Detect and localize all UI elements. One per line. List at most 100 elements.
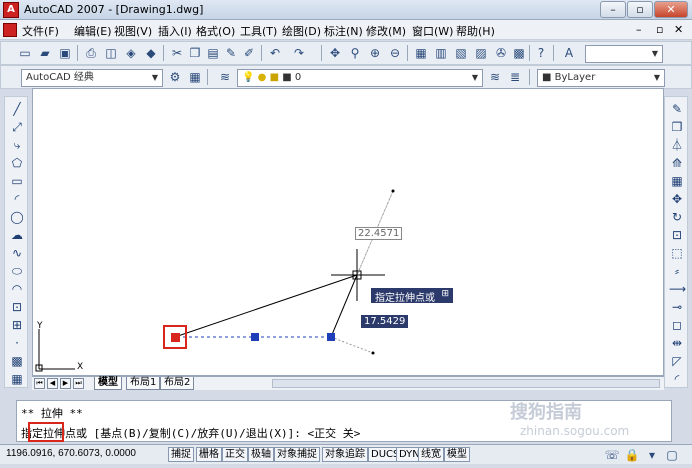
fillet-icon[interactable]: ◜ <box>669 371 685 387</box>
save-icon[interactable]: ▣ <box>57 45 73 61</box>
menu-file[interactable]: 文件(F) <box>22 23 59 39</box>
tool-palettes-icon[interactable]: ▧ <box>453 45 469 61</box>
circle-icon[interactable]: ◯ <box>9 209 25 225</box>
layer-previous-icon[interactable]: ≣ <box>507 69 523 85</box>
spline-icon[interactable]: ∿ <box>9 245 25 261</box>
array-icon[interactable]: ▦ <box>669 173 685 189</box>
menu-format[interactable]: 格式(O) <box>196 23 235 39</box>
block-editor-icon[interactable]: ✐ <box>241 45 257 61</box>
make-object-layer-current-icon[interactable]: ≋ <box>487 69 503 85</box>
prev-tab-button[interactable]: ◀ <box>47 378 58 389</box>
revision-cloud-icon[interactable]: ☁ <box>9 227 25 243</box>
hatch-icon[interactable]: ▩ <box>9 353 25 369</box>
clean-screen-icon[interactable]: ▢ <box>664 447 680 463</box>
tab-layout2[interactable]: 布局2 <box>160 377 195 390</box>
offset-icon[interactable]: ⟰ <box>669 155 685 171</box>
plot-preview-icon[interactable]: ◫ <box>103 45 119 61</box>
ellipse-icon[interactable]: ⬭ <box>9 263 25 279</box>
command-prompt-line[interactable]: 指定拉伸点或 [基点(B)/复制(C)/放弃(U)/退出(X)]: <正交 关> <box>21 425 360 441</box>
menu-draw[interactable]: 绘图(D) <box>282 23 321 39</box>
arc-icon[interactable]: ◜ <box>9 191 25 207</box>
first-tab-button[interactable]: ⏮ <box>34 378 45 389</box>
doc-restore-button[interactable]: ▫ <box>656 23 663 36</box>
model-toggle[interactable]: 模型 <box>444 447 470 462</box>
menu-modify[interactable]: 修改(M) <box>366 23 406 39</box>
polygon-icon[interactable]: ⬠ <box>9 155 25 171</box>
extend-icon[interactable]: ⟶ <box>669 281 686 297</box>
ortho-toggle[interactable]: 正交 <box>222 447 248 462</box>
layer-manager-icon[interactable]: ≋ <box>217 69 233 85</box>
zoom-previous-icon[interactable]: ⊖ <box>387 45 403 61</box>
ellipse-arc-icon[interactable]: ◠ <box>9 281 25 297</box>
lock-toolbar-icon[interactable]: 🔒 <box>624 447 640 463</box>
sheet-set-icon[interactable]: ▨ <box>473 45 489 61</box>
layer-combo[interactable]: 💡 ● ■ ■ 0 ▼ <box>237 69 483 87</box>
zoom-window-icon[interactable]: ⊕ <box>367 45 383 61</box>
rotate-icon[interactable]: ↻ <box>669 209 685 225</box>
pan-icon[interactable]: ✥ <box>327 45 343 61</box>
properties-icon[interactable]: ▦ <box>413 45 429 61</box>
tab-layout1[interactable]: 布局1 <box>126 377 161 390</box>
osnap-toggle[interactable]: 对象捕捉 <box>274 447 320 462</box>
horizontal-scrollbar[interactable] <box>272 379 660 388</box>
chamfer-icon[interactable]: ◸ <box>669 353 685 369</box>
coordinate-readout[interactable]: 1196.0916, 670.6073, 0.0000 <box>6 448 136 459</box>
text-style-icon[interactable]: A <box>561 45 577 61</box>
help-icon[interactable]: ? <box>533 45 549 61</box>
dynamic-input-angle[interactable]: 17.5429 <box>361 315 409 328</box>
polyline-icon[interactable]: ⤷ <box>9 137 25 153</box>
break-at-point-icon[interactable]: ⊸ <box>669 299 685 315</box>
doc-minimize-button[interactable]: – <box>636 23 642 36</box>
mirror-icon[interactable]: ⏃ <box>669 137 685 153</box>
polar-toggle[interactable]: 极轴 <box>248 447 274 462</box>
trim-icon[interactable]: ⸗ <box>669 263 685 279</box>
gradient-icon[interactable]: ▦ <box>9 371 25 387</box>
drawing-canvas[interactable]: 22.4571 指定拉伸点或 ⊞ 17.5429 Y X <box>32 88 664 376</box>
print-icon[interactable]: ⎙ <box>83 45 99 61</box>
document-icon[interactable] <box>3 23 17 37</box>
snap-toggle[interactable]: 捕捉 <box>168 447 194 462</box>
grid-toggle[interactable]: 栅格 <box>196 447 222 462</box>
menu-edit[interactable]: 编辑(E) <box>74 23 112 39</box>
text-style-combo[interactable]: ▼ <box>585 45 663 63</box>
make-block-icon[interactable]: ⊞ <box>9 317 25 333</box>
publish-icon[interactable]: ◈ <box>123 45 139 61</box>
down-arrow-icon[interactable]: ⊞ <box>441 289 449 299</box>
match-properties-icon[interactable]: ✎ <box>223 45 239 61</box>
zoom-realtime-icon[interactable]: ⚲ <box>347 45 363 61</box>
move-icon[interactable]: ✥ <box>669 191 685 207</box>
doc-close-button[interactable]: ✕ <box>674 23 683 36</box>
markup-icon[interactable]: ✇ <box>493 45 509 61</box>
copy-icon[interactable]: ❐ <box>187 45 203 61</box>
autocad-app-icon[interactable]: A <box>3 2 19 18</box>
new-icon[interactable]: ▭ <box>17 45 33 61</box>
erase-icon[interactable]: ✎ <box>669 101 685 117</box>
workspace-combo[interactable]: AutoCAD 经典 ▼ <box>21 69 163 87</box>
dynamic-input-length[interactable]: 22.4571 <box>355 227 403 240</box>
join-icon[interactable]: ⇹ <box>669 335 685 351</box>
save-workspace-icon[interactable]: ▦ <box>187 69 203 85</box>
next-tab-button[interactable]: ▶ <box>60 378 71 389</box>
workspace-settings-icon[interactable]: ⚙ <box>167 69 183 85</box>
stretch-icon[interactable]: ⬚ <box>669 245 685 261</box>
menu-window[interactable]: 窗口(W) <box>412 23 453 39</box>
restore-button[interactable]: ▫ <box>627 1 653 18</box>
menu-insert[interactable]: 插入(I) <box>158 23 192 39</box>
lineweight-toggle[interactable]: 线宽 <box>418 447 444 462</box>
menu-arrow-icon[interactable]: ▾ <box>644 447 660 463</box>
menu-view[interactable]: 视图(V) <box>114 23 152 39</box>
calculator-icon[interactable]: ▩ <box>511 45 527 61</box>
menu-tools[interactable]: 工具(T) <box>240 23 277 39</box>
break-icon[interactable]: ◻ <box>669 317 685 333</box>
undo-icon[interactable]: ↶ <box>267 45 283 61</box>
redo-icon[interactable]: ↷ <box>291 45 307 61</box>
rectangle-icon[interactable]: ▭ <box>9 173 25 189</box>
communication-center-icon[interactable]: ☏ <box>604 447 620 463</box>
close-button[interactable]: ✕ <box>654 1 688 18</box>
menu-help[interactable]: 帮助(H) <box>456 23 495 39</box>
line-icon[interactable]: ╱ <box>9 101 25 117</box>
point-icon[interactable]: · <box>9 335 25 351</box>
tab-model[interactable]: 模型 <box>94 377 122 390</box>
cut-icon[interactable]: ✂ <box>169 45 185 61</box>
menu-dimension[interactable]: 标注(N) <box>324 23 363 39</box>
